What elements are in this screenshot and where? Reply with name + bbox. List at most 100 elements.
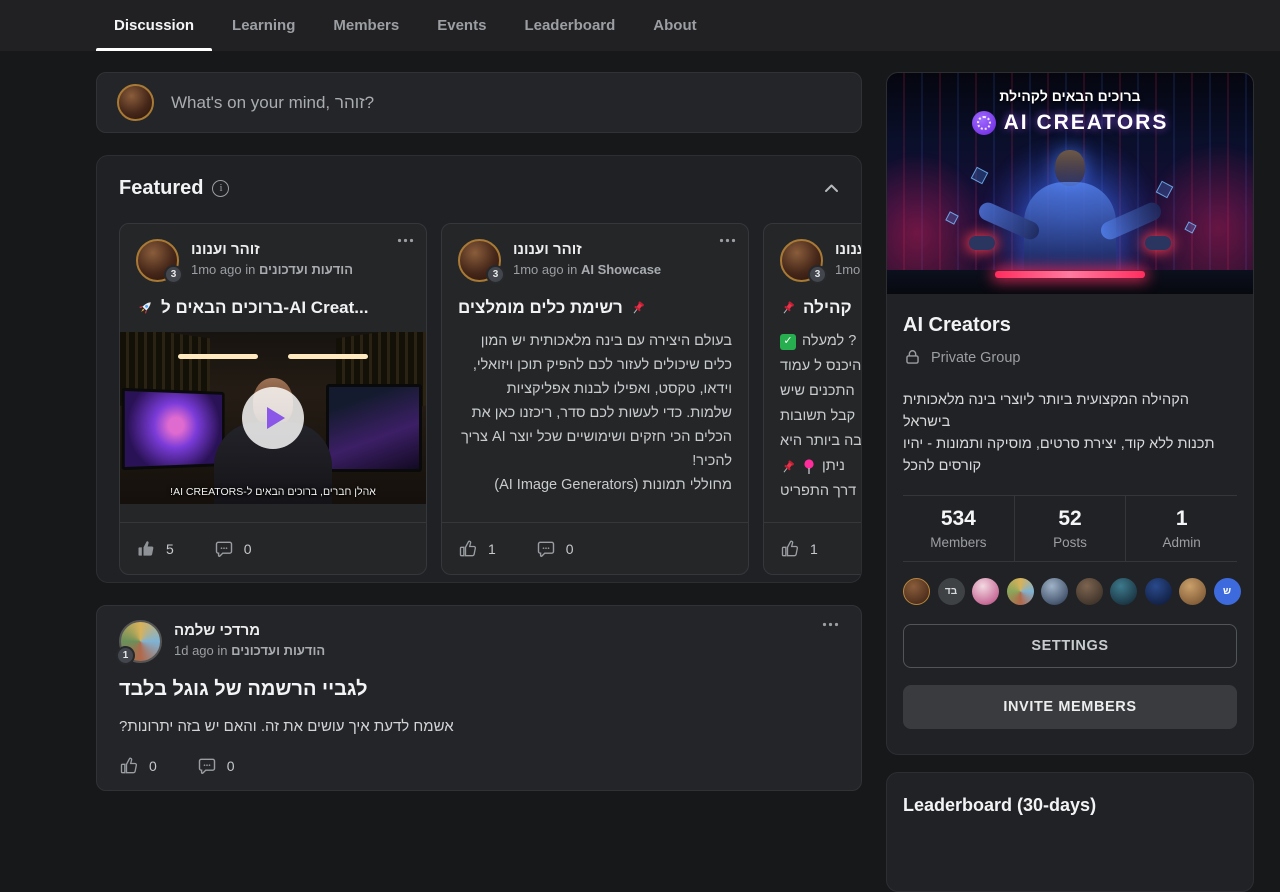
pushpin-icon [630, 300, 646, 316]
tab-about[interactable]: About [635, 0, 714, 51]
comment-button[interactable] [214, 539, 234, 559]
feed-post-card[interactable]: 1 מרדכי שלמה 1d ago in הודעות ועדכונים ל… [96, 605, 862, 791]
author-name[interactable]: זוהר וענונו [835, 241, 862, 258]
ellipsis-icon [397, 238, 414, 243]
member-avatar[interactable] [972, 578, 999, 605]
author-avatar[interactable]: 3 [458, 239, 501, 282]
banner-welcome-text: ברוכים הבאים לקהילת [887, 88, 1253, 104]
channel-name: הודעות ועדכונים [259, 262, 353, 277]
play-button[interactable] [242, 387, 304, 449]
member-avatars-row: בד ש [903, 578, 1237, 605]
invite-members-button[interactable]: INVITE MEMBERS [903, 685, 1237, 729]
group-name: AI Creators [903, 314, 1237, 337]
info-icon[interactable]: i [212, 180, 229, 197]
post-body-line: התכנים שיש [764, 379, 862, 404]
post-body-line: ניתן [764, 454, 862, 479]
stat-admins[interactable]: 1 Admin [1125, 496, 1237, 561]
member-avatar[interactable]: בד [938, 578, 965, 605]
comment-count: 0 [244, 541, 252, 557]
author-name[interactable]: זוהר וענונו [191, 241, 353, 258]
tab-events[interactable]: Events [419, 0, 504, 51]
like-button[interactable] [136, 539, 156, 559]
like-button[interactable] [119, 756, 139, 776]
play-icon [267, 407, 285, 429]
current-user-avatar[interactable] [117, 84, 154, 121]
group-stats: 534 Members 52 Posts 1 Admin [903, 495, 1237, 562]
post-body-line: היכנס ל עמוד [764, 354, 862, 379]
comment-button[interactable] [197, 756, 217, 776]
post-menu-button[interactable] [822, 622, 839, 627]
post-composer[interactable]: What's on your mind, זוהר? [96, 72, 862, 133]
level-badge: 3 [486, 265, 505, 284]
featured-post-card[interactable]: 3 זוהר וענונו 1mo קהילה ✓ למעלה ? היכנס … [763, 223, 862, 575]
featured-section: Featured i 3 זוהר וענונו 1mo ago in הודע… [96, 155, 862, 583]
settings-button[interactable]: SETTINGS [903, 624, 1237, 668]
composer-prompt: What's on your mind, זוהר? [171, 93, 374, 113]
chevron-up-icon [824, 183, 839, 193]
nav-tabs: Discussion Learning Members Events Leade… [96, 0, 717, 51]
author-avatar[interactable]: 3 [136, 239, 179, 282]
tab-leaderboard[interactable]: Leaderboard [506, 0, 633, 51]
author-avatar[interactable]: 1 [119, 620, 162, 663]
post-body-line: קבל תשובות [764, 404, 862, 429]
post-title[interactable]: רשימת כלים מומלצים [442, 298, 748, 318]
ellipsis-icon [822, 622, 839, 627]
member-avatar[interactable] [1179, 578, 1206, 605]
like-button[interactable] [458, 539, 478, 559]
group-description: הקהילה המקצועית ביותר ליוצרי בינה מלאכות… [903, 389, 1237, 477]
like-count: 1 [488, 541, 496, 557]
brain-logo-icon [972, 111, 996, 135]
like-count: 1 [810, 541, 818, 557]
member-avatar[interactable]: ש [1214, 578, 1241, 605]
post-menu-button[interactable] [397, 238, 414, 243]
video-caption: אהלן חברים, ברוכים הבאים ל-AI CREATORS! [120, 486, 426, 498]
comment-count: 0 [566, 541, 574, 557]
monitor-right [326, 384, 422, 472]
post-title[interactable]: לגביי הרשמה של גוגל בלבד [119, 678, 839, 701]
featured-post-card[interactable]: 3 זוהר וענונו 1mo ago in הודעות ועדכונים… [119, 223, 427, 575]
post-body-line: דרך התפריט [764, 479, 862, 504]
featured-post-card[interactable]: 3 זוהר וענונו 1mo ago in AI Showcase רשי… [441, 223, 749, 575]
post-menu-button[interactable] [719, 238, 736, 243]
featured-cards-row: 3 זוהר וענונו 1mo ago in הודעות ועדכונים… [119, 223, 862, 575]
tab-members[interactable]: Members [315, 0, 417, 51]
stat-posts[interactable]: 52 Posts [1014, 496, 1126, 561]
group-banner[interactable]: ברוכים הבאים לקהילת AI CREATORS [887, 73, 1253, 294]
comment-icon [197, 756, 217, 776]
post-meta: 1d ago in הודעות ועדכונים [174, 643, 325, 658]
tab-discussion[interactable]: Discussion [96, 0, 212, 51]
studio-light [178, 354, 258, 359]
author-name[interactable]: זוהר וענונו [513, 241, 661, 258]
level-badge: 3 [164, 265, 183, 284]
group-info-card: ברוכים הבאים לקהילת AI CREATORS AI Creat… [886, 72, 1254, 755]
thumbs-up-icon [458, 539, 478, 559]
banner-brand-text: AI CREATORS [1004, 111, 1169, 135]
member-avatar[interactable] [1145, 578, 1172, 605]
collapse-featured-button[interactable] [824, 183, 839, 193]
monitor-left [122, 388, 225, 471]
studio-light [288, 354, 368, 359]
author-name[interactable]: מרדכי שלמה [174, 622, 325, 639]
post-meta: 1mo ago in AI Showcase [513, 262, 661, 277]
post-body-line: ✓ למעלה ? [764, 329, 862, 354]
member-avatar[interactable] [1007, 578, 1034, 605]
stat-members[interactable]: 534 Members [903, 496, 1014, 561]
post-meta: 1mo ago in הודעות ועדכונים [191, 262, 353, 277]
leaderboard-title: Leaderboard (30-days) [903, 795, 1237, 816]
privacy-label: Private Group [931, 350, 1020, 366]
author-avatar[interactable]: 3 [780, 239, 823, 282]
comment-button[interactable] [536, 539, 556, 559]
tab-learning[interactable]: Learning [214, 0, 313, 51]
video-thumbnail[interactable]: אהלן חברים, ברוכים הבאים ל-AI CREATORS! [120, 332, 426, 504]
member-avatar[interactable] [1041, 578, 1068, 605]
member-avatar[interactable] [1110, 578, 1137, 605]
post-title[interactable]: קהילה [764, 298, 862, 318]
member-avatar[interactable] [1076, 578, 1103, 605]
comment-count: 0 [227, 758, 235, 774]
like-button[interactable] [780, 539, 800, 559]
post-title[interactable]: ברוכים הבאים ל-AI Creat... [120, 298, 426, 318]
member-avatar[interactable] [903, 578, 930, 605]
level-badge: 1 [116, 646, 135, 665]
glowing-keyboard [995, 271, 1145, 278]
pushpin-icon [780, 300, 796, 316]
